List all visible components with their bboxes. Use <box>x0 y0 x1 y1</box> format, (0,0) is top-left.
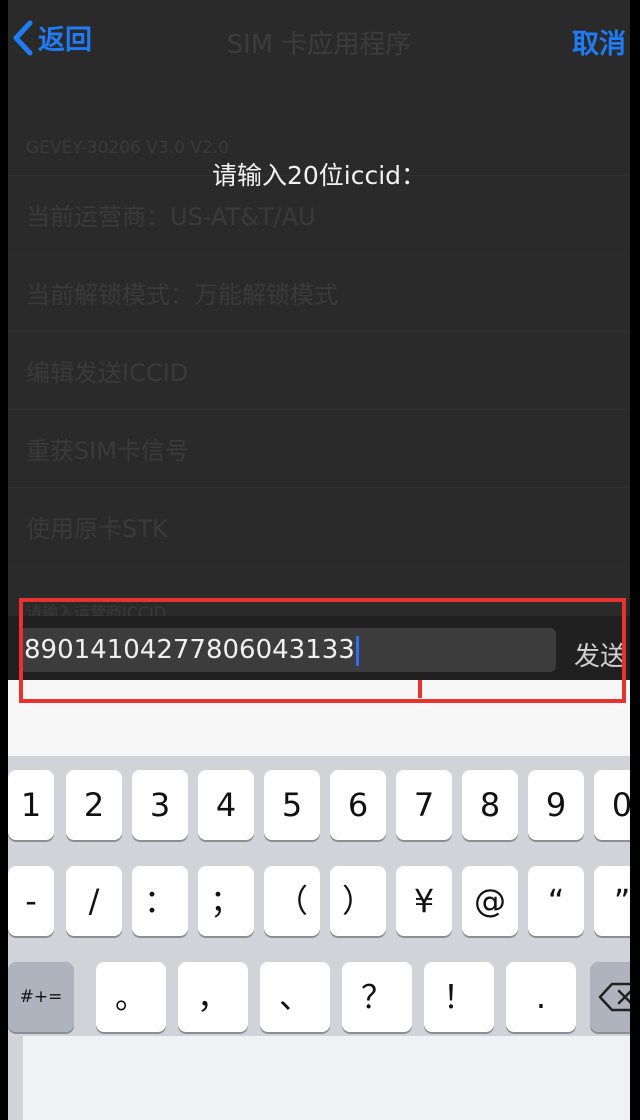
input-bar: 89014104277806043133 发送 <box>8 616 630 680</box>
key-left-paren[interactable]: （ <box>264 866 320 936</box>
key-hyphen[interactable]: - <box>8 866 54 936</box>
key-0[interactable]: 0 <box>594 770 630 840</box>
keyboard-suggestion-bar <box>8 680 630 756</box>
key-3[interactable]: 3 <box>132 770 188 840</box>
key-slash[interactable]: / <box>66 866 122 936</box>
key-question[interactable]: ？ <box>342 962 412 1032</box>
key-1[interactable]: 1 <box>8 770 54 840</box>
key-exclamation[interactable]: ！ <box>424 962 494 1032</box>
backspace-icon <box>598 982 630 1012</box>
key-yen[interactable]: ¥ <box>396 866 452 936</box>
menu-list: GEVEY-30206 V3.0 V2.0 当前运营商：US-AT&T/AU 当… <box>8 120 630 630</box>
navigation-bar: 返回 SIM 卡应用程序 取消 <box>8 14 630 62</box>
key-5[interactable]: 5 <box>264 770 320 840</box>
key-left-quote[interactable]: “ <box>528 866 584 936</box>
key-at[interactable]: @ <box>462 866 518 936</box>
send-button[interactable]: 发送 <box>574 636 630 673</box>
key-period[interactable]: . <box>506 962 576 1032</box>
symbols-mode-key[interactable]: #+= <box>8 962 74 1032</box>
key-comma-cn[interactable]: ， <box>178 962 248 1032</box>
page-title: SIM 卡应用程序 <box>226 30 412 60</box>
list-item[interactable]: 当前解锁模式：万能解锁模式 <box>8 254 630 332</box>
text-caret <box>355 635 359 666</box>
list-item[interactable]: 重获SIM卡信号 <box>8 410 630 488</box>
input-prompt: 请输入20位iccid： <box>211 161 427 190</box>
iccid-value: 89014104277806043133 <box>24 635 355 665</box>
key-7[interactable]: 7 <box>396 770 452 840</box>
cancel-button[interactable]: 取消 <box>572 22 630 61</box>
key-6[interactable]: 6 <box>330 770 386 840</box>
list-item[interactable]: 编辑发送ICCID <box>8 332 630 410</box>
key-8[interactable]: 8 <box>462 770 518 840</box>
key-right-quote[interactable]: ” <box>594 866 630 936</box>
key-right-paren[interactable]: ） <box>330 866 386 936</box>
iccid-input[interactable]: 89014104277806043133 <box>20 628 556 672</box>
phone-screen: 返回 SIM 卡应用程序 取消 GEVEY-30206 V3.0 V2.0 当前… <box>8 0 630 1120</box>
keyboard-bottom-area <box>23 1036 630 1120</box>
key-2[interactable]: 2 <box>66 770 122 840</box>
key-period-cn[interactable]: 。 <box>96 962 166 1032</box>
red-highlight-mark <box>418 680 422 698</box>
key-9[interactable]: 9 <box>528 770 584 840</box>
key-semicolon[interactable]: ； <box>198 866 254 936</box>
list-item[interactable]: 使用原卡STK <box>8 488 630 566</box>
key-enumeration-comma[interactable]: 、 <box>260 962 330 1032</box>
key-4[interactable]: 4 <box>198 770 254 840</box>
key-colon[interactable]: ： <box>132 866 188 936</box>
delete-key[interactable] <box>590 962 630 1032</box>
